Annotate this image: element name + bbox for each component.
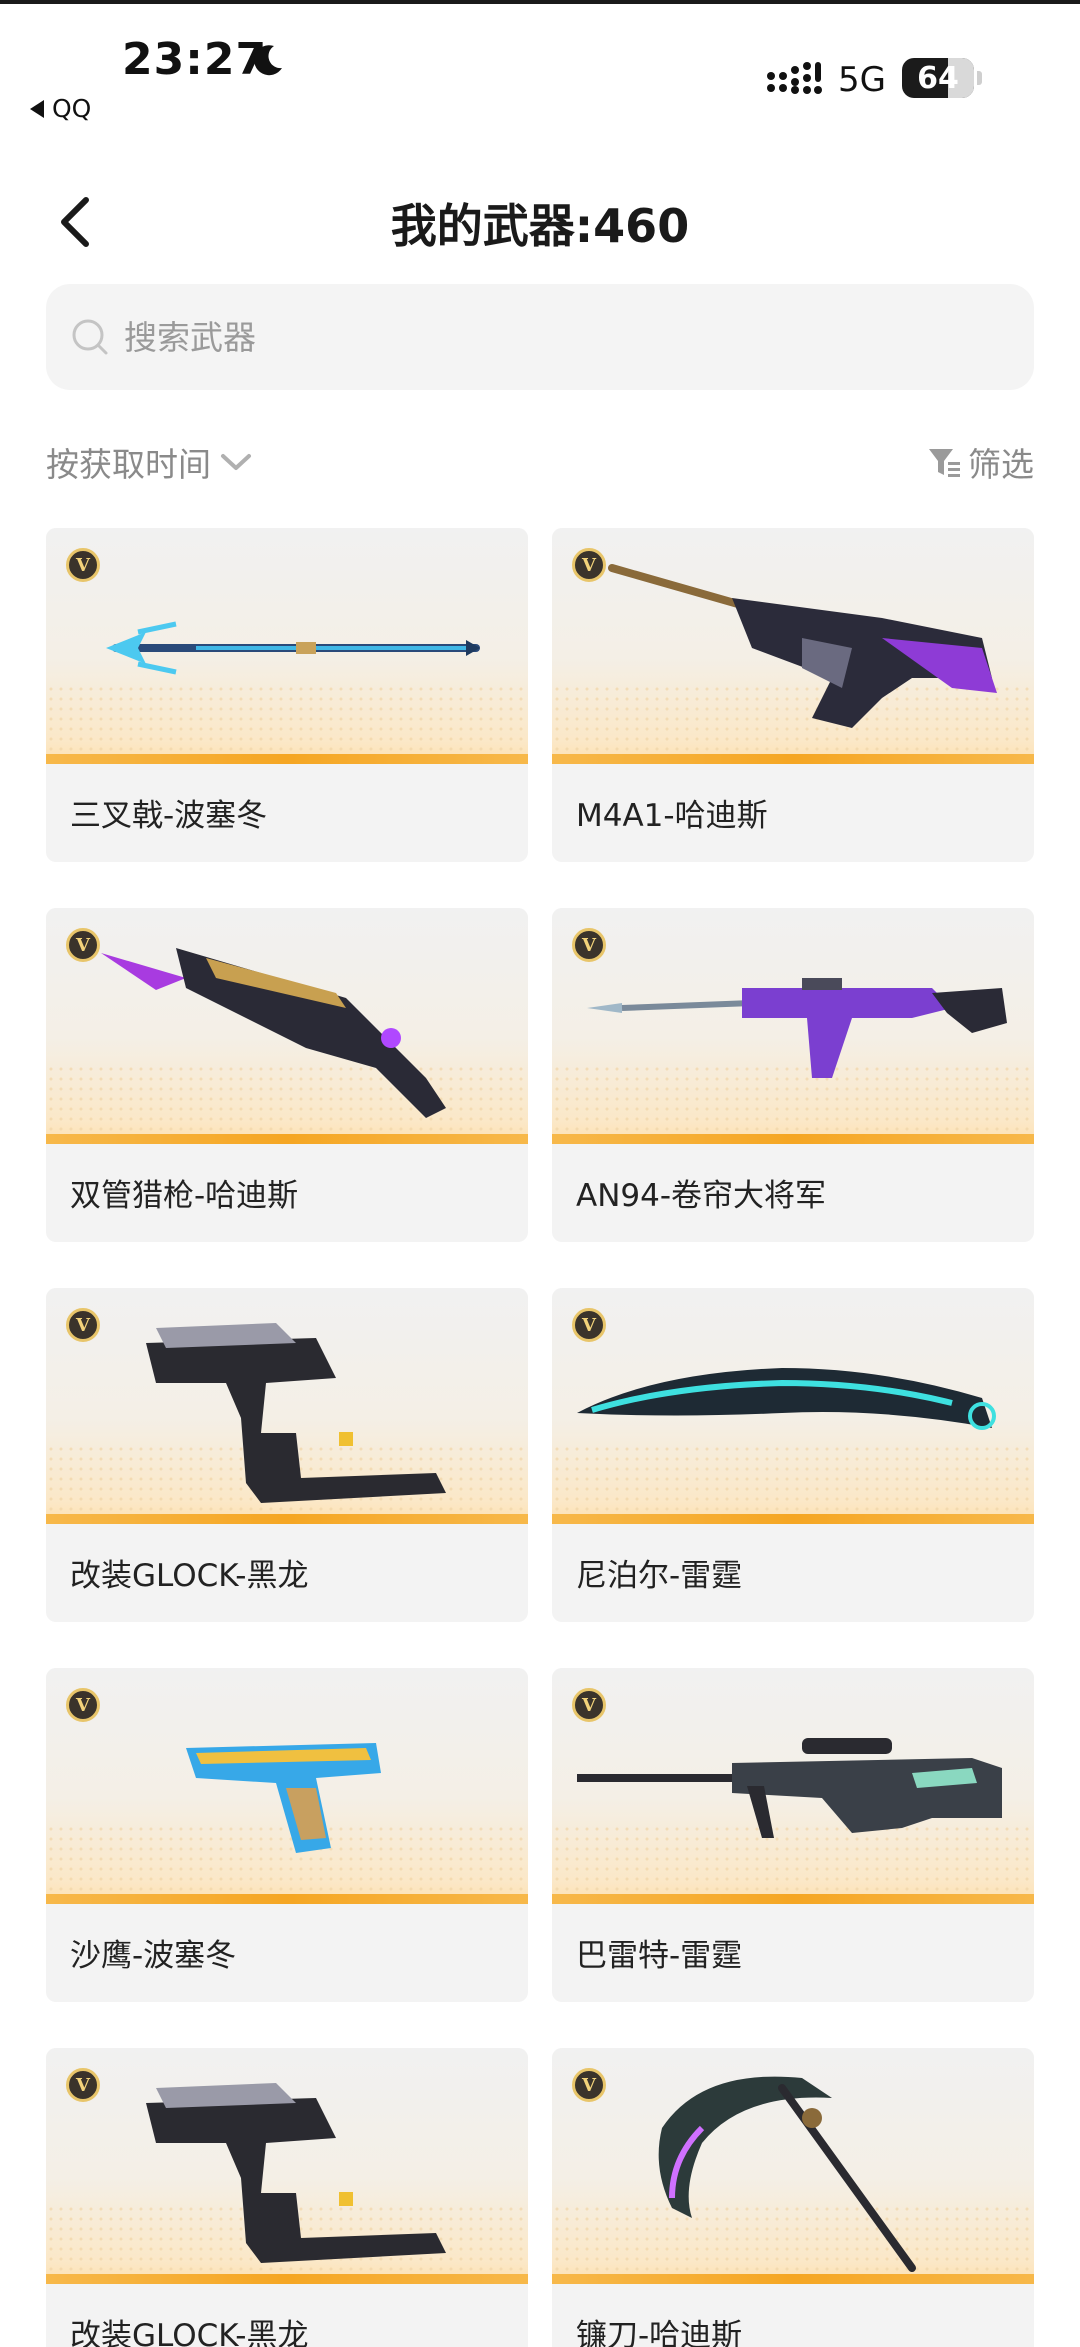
battery-level: 64 (917, 60, 959, 96)
trident-icon (106, 621, 480, 675)
search-input[interactable] (124, 317, 984, 357)
weapon-image-area: V (46, 1668, 528, 1904)
signal-icon (767, 62, 822, 94)
weapon-card[interactable]: V 镰刀-哈迪斯 (552, 2048, 1034, 2347)
sniper-icon (577, 1738, 1002, 1838)
weapon-name: AN94-卷帘大将军 (576, 1178, 827, 1214)
back-to-app-link[interactable]: QQ (30, 94, 91, 123)
vip-badge: V (572, 548, 606, 582)
pistol-icon (146, 2083, 446, 2263)
weapon-image-area: V (552, 908, 1034, 1144)
weapon-image-area: V (552, 1288, 1034, 1524)
weapon-card[interactable]: V 三叉戟-波塞冬 (46, 528, 528, 862)
weapon-grid: V 三叉戟-波塞冬 V M4A1-哈迪斯 V 双管猎枪-哈迪斯 V AN94-卷… (46, 528, 1034, 2347)
weapon-image-area: V (46, 1288, 528, 1524)
vip-badge: V (66, 1308, 100, 1342)
weapon-name: 沙鹰-波塞冬 (70, 1938, 237, 1974)
search-icon (72, 319, 108, 355)
vip-badge: V (572, 2068, 606, 2102)
filter-button[interactable]: 筛选 (926, 438, 1034, 486)
page-title: 我的武器:460 (390, 199, 690, 253)
weapon-card[interactable]: V 尼泊尔-雷霆 (552, 1288, 1034, 1622)
weapon-image-area: V (46, 528, 528, 764)
weapon-card[interactable]: V M4A1-哈迪斯 (552, 528, 1034, 862)
filter-label: 筛选 (968, 445, 1034, 484)
weapon-name: 三叉戟-波塞冬 (70, 798, 268, 834)
weapon-card[interactable]: V 改装GLOCK-黑龙 (46, 1288, 528, 1622)
chevron-down-icon (221, 454, 251, 470)
pistol-icon (146, 1323, 446, 1503)
weapon-image-area: V (552, 2048, 1034, 2284)
rifle-icon (587, 978, 1007, 1078)
vip-badge: V (66, 548, 100, 582)
rifle-icon (608, 564, 997, 728)
back-triangle-icon (30, 99, 44, 118)
sort-label: 按获取时间 (46, 445, 211, 484)
sort-dropdown[interactable]: 按获取时间 (46, 438, 253, 486)
vip-badge: V (66, 1688, 100, 1722)
vip-badge: V (66, 2068, 100, 2102)
top-edge-line (0, 0, 1080, 4)
weapon-card[interactable]: V 巴雷特-雷霆 (552, 1668, 1034, 2002)
weapon-name: M4A1-哈迪斯 (576, 798, 768, 834)
network-type: 5G (838, 60, 886, 100)
weapon-image-area: V (46, 2048, 528, 2284)
weapon-card[interactable]: V 改装GLOCK-黑龙 (46, 2048, 528, 2347)
weapon-image-area: V (552, 1668, 1034, 1904)
weapon-name: 双管猎枪-哈迪斯 (70, 1178, 299, 1214)
weapon-card[interactable]: V 双管猎枪-哈迪斯 (46, 908, 528, 1242)
vip-badge: V (572, 928, 606, 962)
weapon-image-area: V (46, 908, 528, 1144)
weapon-image-area: V (552, 528, 1034, 764)
weapon-card[interactable]: V 沙鹰-波塞冬 (46, 1668, 528, 2002)
weapon-name: 尼泊尔-雷霆 (576, 1558, 743, 1594)
scythe-icon (658, 2076, 916, 2272)
filter-icon (929, 449, 960, 477)
vip-badge: V (572, 1308, 606, 1342)
weapon-card[interactable]: V AN94-卷帘大将军 (552, 908, 1034, 1242)
battery-indicator: 64 (902, 58, 982, 98)
moon-icon (254, 45, 282, 76)
pistol-icon (186, 1743, 381, 1853)
status-time: 23:27 (122, 34, 268, 85)
weapon-name: 改装GLOCK-黑龙 (70, 2318, 309, 2347)
knife-icon (577, 1368, 996, 1430)
weapon-name: 镰刀-哈迪斯 (576, 2318, 743, 2347)
weapon-name: 改装GLOCK-黑龙 (70, 1558, 309, 1594)
weapon-name: 巴雷特-雷霆 (576, 1938, 743, 1974)
vip-badge: V (572, 1688, 606, 1722)
search-bar[interactable] (46, 284, 1034, 390)
shotgun-icon (101, 948, 446, 1118)
vip-badge: V (66, 928, 100, 962)
back-app-label: QQ (52, 94, 92, 123)
